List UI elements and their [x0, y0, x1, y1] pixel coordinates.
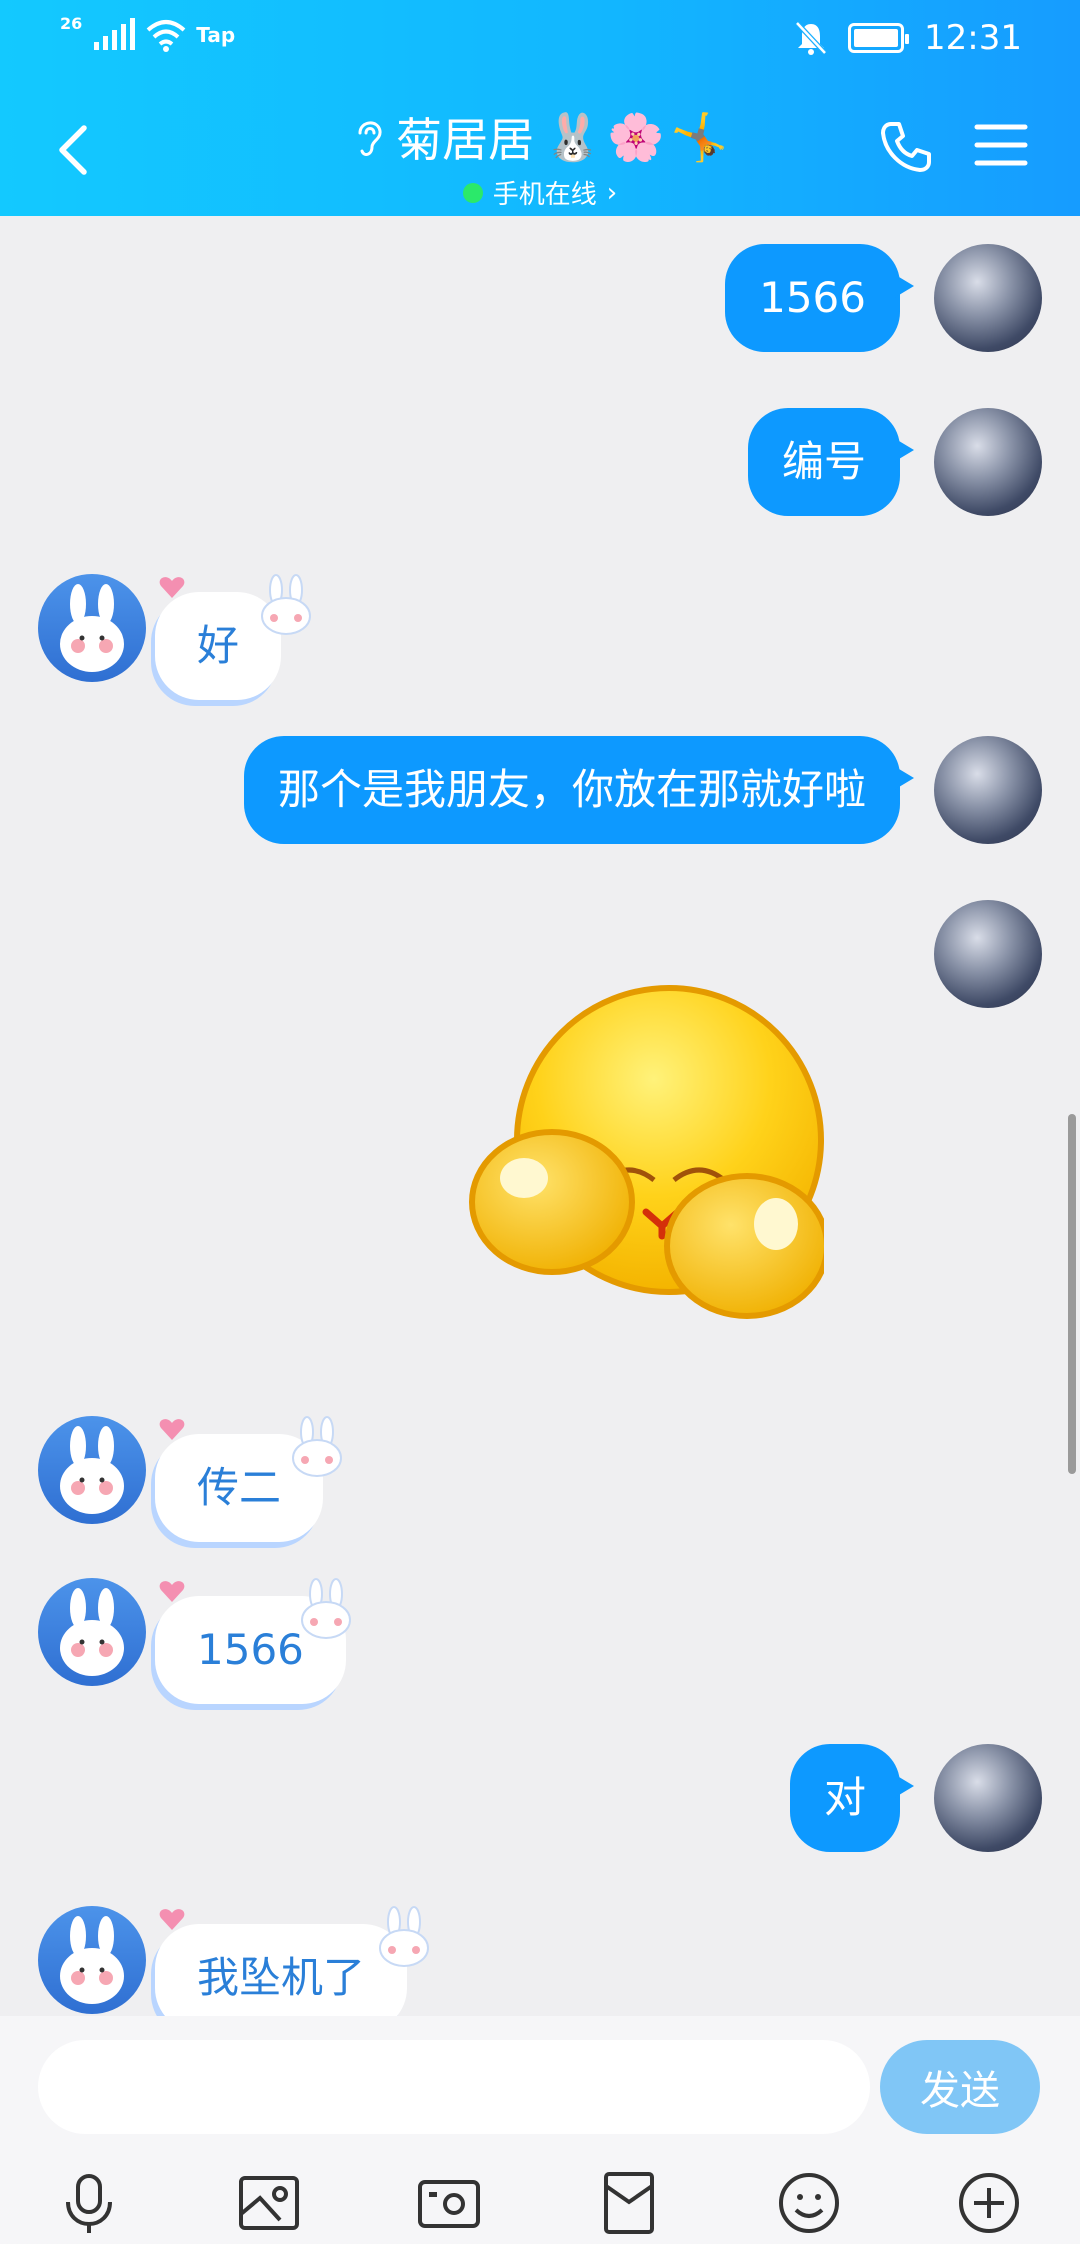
signal-icon — [94, 18, 136, 50]
rabbit-emoji: 🐰 — [544, 109, 602, 164]
microphone-icon[interactable] — [56, 2170, 122, 2236]
contact-avatar[interactable] — [38, 574, 146, 682]
bunny-decoration-icon — [292, 1416, 342, 1477]
message-row: 好 — [0, 574, 1080, 704]
emoji-icon[interactable] — [776, 2170, 842, 2236]
composer-toolbar — [0, 2160, 1080, 2244]
plus-icon[interactable] — [956, 2170, 1022, 2236]
my-avatar[interactable] — [934, 244, 1042, 352]
my-avatar[interactable] — [934, 736, 1042, 844]
message-row: 传二 — [0, 1416, 1080, 1546]
cartwheel-emoji: 🤸 — [670, 109, 728, 164]
message-input[interactable] — [38, 2040, 870, 2134]
bunny-avatar-icon — [60, 1916, 124, 2004]
menu-button[interactable] — [974, 122, 1028, 168]
contact-avatar[interactable] — [38, 1906, 146, 2014]
wifi-icon — [146, 20, 186, 52]
bunny-decoration-icon — [261, 574, 311, 635]
my-avatar[interactable] — [934, 1744, 1042, 1852]
message-row: 1566 — [0, 244, 1080, 364]
camera-icon[interactable] — [416, 2170, 482, 2236]
cherry-blossom-emoji: 🌸 — [607, 109, 665, 164]
battery-icon — [848, 23, 910, 53]
online-status[interactable]: 手机在线 › — [462, 174, 618, 211]
status-bar: 26 Tap 12:31 — [0, 0, 1080, 80]
carrier-label: Tap — [196, 23, 236, 47]
contact-avatar[interactable] — [38, 1416, 146, 1524]
composer: 发送 — [0, 2016, 1080, 2244]
message-bubble-mine[interactable]: 1566 — [725, 244, 914, 352]
mute-bell-icon — [795, 21, 827, 55]
message-row: 编号 — [0, 408, 1080, 528]
ear-icon — [358, 121, 382, 156]
message-row: 对 — [0, 1744, 1080, 1864]
bunny-avatar-icon — [60, 1426, 124, 1514]
phone-call-button[interactable] — [877, 118, 935, 176]
network-type: 26 — [60, 13, 83, 33]
bunny-decoration-icon — [379, 1906, 429, 1967]
message-row: 1566 — [0, 1578, 1080, 1708]
message-row — [0, 900, 1080, 1340]
bunny-avatar-icon — [60, 1588, 124, 1676]
message-bubble-mine[interactable]: 那个是我朋友，你放在那就好啦 — [243, 736, 915, 844]
bunny-decoration-icon — [301, 1578, 351, 1639]
message-bubble-contact[interactable]: 我坠机了 — [155, 1924, 408, 2016]
sticker-covering-face-icon[interactable] — [464, 980, 824, 1340]
message-row: 我坠机了 — [0, 1906, 1080, 2016]
message-bubble-mine[interactable]: 对 — [789, 1744, 915, 1852]
send-button[interactable]: 发送 — [880, 2040, 1040, 2134]
chat-header: 26 Tap 12:31 菊居居 🐰 🌸 🤸 手机在线 › — [0, 0, 1080, 216]
online-status-text: 手机在线 — [492, 180, 597, 210]
online-dot-icon — [462, 182, 483, 203]
bunny-avatar-icon — [60, 584, 124, 672]
contact-name: 菊居居 — [396, 113, 535, 167]
chevron-right-icon: › — [606, 177, 618, 208]
red-packet-icon[interactable] — [596, 2170, 662, 2236]
my-avatar[interactable] — [934, 408, 1042, 516]
title-emoji-strip: 🐰 🌸 🤸 — [544, 110, 728, 165]
message-bubble-mine[interactable]: 编号 — [747, 408, 915, 516]
scrollbar[interactable] — [1068, 1114, 1076, 1474]
image-icon[interactable] — [236, 2170, 302, 2236]
message-row: 那个是我朋友，你放在那就好啦 — [0, 736, 1080, 856]
clock: 12:31 — [924, 18, 1022, 58]
contact-avatar[interactable] — [38, 1578, 146, 1686]
message-list[interactable]: 1566 编号 好 那个是我朋友，你放在那就好啦 传二 1566 对 我坠机了 — [0, 216, 1080, 2016]
my-avatar[interactable] — [934, 900, 1042, 1008]
